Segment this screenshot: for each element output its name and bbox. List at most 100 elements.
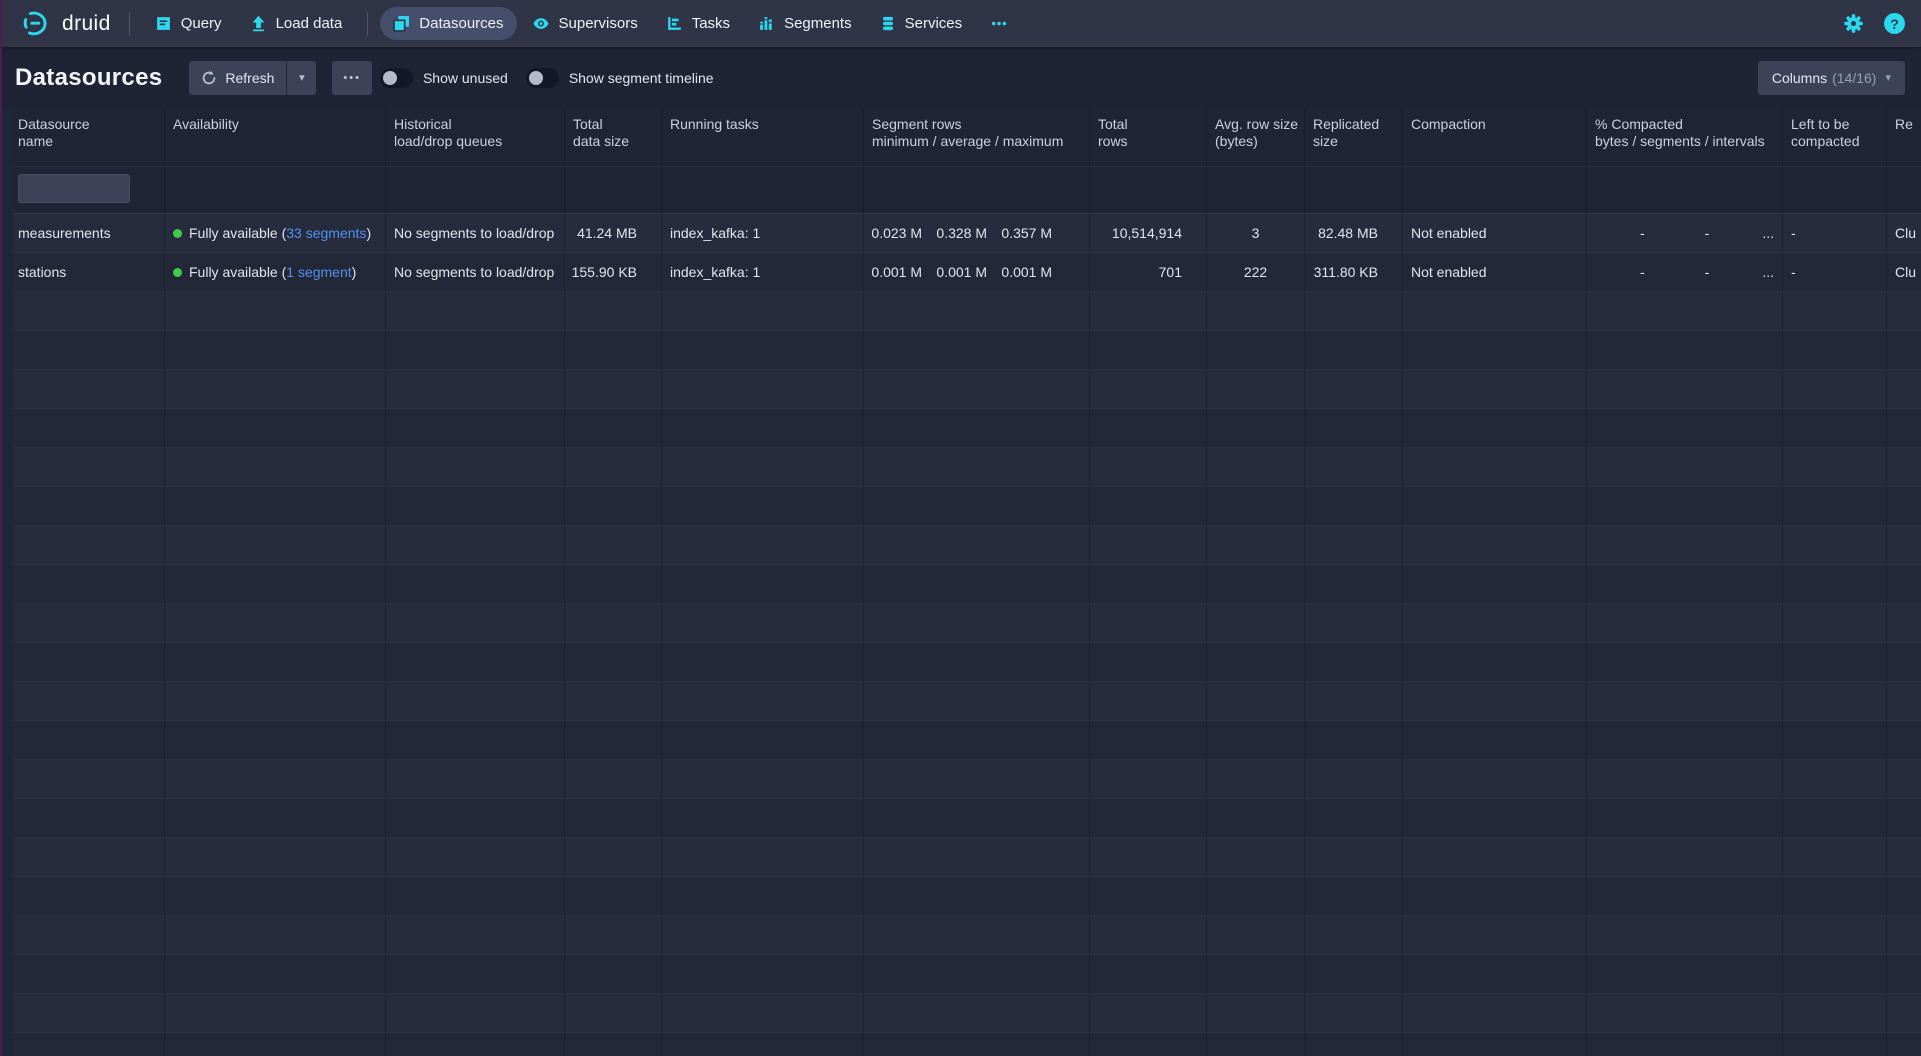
cell-percent-compacted xyxy=(1587,760,1783,799)
cell-running-tasks xyxy=(662,721,864,760)
cell-compaction xyxy=(1403,721,1587,760)
cell-datasource-name[interactable]: stations xyxy=(13,253,165,292)
cell-percent-compacted[interactable]: --... xyxy=(1587,253,1783,292)
column-header-total-rows[interactable]: Totalrows xyxy=(1090,108,1207,166)
cell-replicated-size[interactable]: 82.48 MB xyxy=(1305,214,1403,253)
cell-left-to-be-compacted xyxy=(1783,565,1887,604)
cell-availability xyxy=(165,955,386,994)
table-row[interactable]: measurementsFully available (33 segments… xyxy=(13,214,1921,253)
nav-divider xyxy=(129,12,130,36)
filter-cell-replicated-size xyxy=(1305,167,1403,213)
cell-segment-rows xyxy=(864,955,1090,994)
gear-icon[interactable] xyxy=(1843,13,1864,34)
cell-historical-queues xyxy=(386,448,565,487)
cell-avg-row-size xyxy=(1207,409,1305,448)
cell-datasource-name[interactable]: measurements xyxy=(13,214,165,253)
empty-row xyxy=(13,526,1921,565)
more-actions-button[interactable]: ••• xyxy=(332,61,372,95)
cell-availability[interactable]: Fully available (1 segment) xyxy=(165,253,386,292)
cell-total-data-size xyxy=(565,565,662,604)
brand[interactable]: druid xyxy=(22,10,111,37)
columns-dropdown[interactable]: Columns (14/16) ▾ xyxy=(1758,61,1905,95)
nav-item-segments[interactable]: Segments xyxy=(745,7,865,40)
datasource-name-filter-input[interactable] xyxy=(18,174,130,203)
cell-avg-row-size xyxy=(1207,721,1305,760)
column-header-total-data-size[interactable]: Totaldata size xyxy=(565,108,662,166)
cell-left-to-be-compacted xyxy=(1783,604,1887,643)
column-header-left-to-be-compacted[interactable]: Left to becompacted xyxy=(1783,108,1887,166)
cell-total-rows xyxy=(1090,916,1207,955)
nav-item-load-data[interactable]: Load data xyxy=(237,7,356,40)
cell-avg-row-size[interactable]: 3 xyxy=(1207,214,1305,253)
column-header-replicated-size[interactable]: Replicatedsize xyxy=(1305,108,1403,166)
cell-availability[interactable]: Fully available (33 segments) xyxy=(165,214,386,253)
column-header-retention[interactable]: Re xyxy=(1887,108,1921,166)
cell-total-rows xyxy=(1090,370,1207,409)
cell-availability xyxy=(165,526,386,565)
empty-row xyxy=(13,604,1921,643)
show-unused-toggle[interactable] xyxy=(380,68,413,88)
refresh-interval-dropdown[interactable]: ▾ xyxy=(287,61,316,95)
cell-retention xyxy=(1887,916,1921,955)
cell-compaction[interactable]: Not enabled xyxy=(1403,214,1587,253)
triple-value: 0.357 M xyxy=(998,225,1052,241)
table-row[interactable]: stationsFully available (1 segment)No se… xyxy=(13,253,1921,292)
cell-avg-row-size xyxy=(1207,760,1305,799)
cell-total-data-size[interactable]: 41.24 MB xyxy=(565,214,662,253)
cell-percent-compacted[interactable]: --... xyxy=(1587,214,1783,253)
cell-total-rows[interactable]: 10,514,914 xyxy=(1090,214,1207,253)
segments-link[interactable]: 33 segments xyxy=(286,225,366,241)
cell-availability xyxy=(165,292,386,331)
cell-compaction xyxy=(1403,682,1587,721)
cell-historical-queues[interactable]: No segments to load/drop xyxy=(386,214,565,253)
cell-avg-row-size[interactable]: 222 xyxy=(1207,253,1305,292)
cell-running-tasks xyxy=(662,487,864,526)
refresh-button[interactable]: Refresh xyxy=(189,61,286,95)
cell-segment-rows[interactable]: 0.001 M0.001 M0.001 M xyxy=(864,253,1090,292)
column-header-availability[interactable]: Availability xyxy=(165,108,386,166)
nav-item-services[interactable]: Services xyxy=(867,7,976,40)
cell-avg-row-size xyxy=(1207,292,1305,331)
column-header-historical-queues[interactable]: Historicalload/drop queues xyxy=(386,108,565,166)
cell-running-tasks[interactable]: index_kafka: 1 xyxy=(662,253,864,292)
column-header-segment-rows[interactable]: Segment rowsminimum / average / maximum xyxy=(864,108,1090,166)
cell-datasource-name xyxy=(13,955,165,994)
nav-item-tasks[interactable]: Tasks xyxy=(653,7,743,40)
column-header-datasource-name[interactable]: Datasourcename xyxy=(13,108,165,166)
nav-item-more[interactable] xyxy=(977,7,1021,40)
segments-link[interactable]: 1 segment xyxy=(286,264,351,280)
filter-cell-retention xyxy=(1887,167,1921,213)
cell-percent-compacted xyxy=(1587,916,1783,955)
cell-historical-queues[interactable]: No segments to load/drop xyxy=(386,253,565,292)
triple-value: 0.001 M xyxy=(868,264,922,280)
cell-running-tasks xyxy=(662,994,864,1033)
cell-retention[interactable]: Clu xyxy=(1887,214,1921,253)
cell-segment-rows[interactable]: 0.023 M0.328 M0.357 M xyxy=(864,214,1090,253)
cell-datasource-name xyxy=(13,682,165,721)
cell-left-to-be-compacted[interactable]: - xyxy=(1783,214,1887,253)
column-header-running-tasks[interactable]: Running tasks xyxy=(662,108,864,166)
cell-retention xyxy=(1887,760,1921,799)
cell-left-to-be-compacted[interactable]: - xyxy=(1783,253,1887,292)
cell-replicated-size xyxy=(1305,682,1403,721)
cell-retention[interactable]: Clu xyxy=(1887,253,1921,292)
cell-avg-row-size xyxy=(1207,565,1305,604)
column-header-percent-compacted[interactable]: % Compactedbytes / segments / intervals xyxy=(1587,108,1783,166)
cell-percent-compacted xyxy=(1587,682,1783,721)
column-header-compaction[interactable]: Compaction xyxy=(1403,108,1587,166)
nav-item-datasources[interactable]: Datasources xyxy=(380,7,516,40)
empty-row xyxy=(13,955,1921,994)
help-icon[interactable]: ? xyxy=(1884,13,1905,34)
nav-item-query[interactable]: Query xyxy=(142,7,235,40)
cell-running-tasks[interactable]: index_kafka: 1 xyxy=(662,214,864,253)
show-segment-timeline-toggle[interactable] xyxy=(526,68,559,88)
table-header-row: DatasourcenameAvailabilityHistoricalload… xyxy=(13,108,1921,166)
triple-value: ... xyxy=(1720,225,1774,241)
column-header-avg-row-size[interactable]: Avg. row size(bytes) xyxy=(1207,108,1305,166)
nav-item-supervisors[interactable]: Supervisors xyxy=(519,7,651,40)
cell-total-data-size[interactable]: 155.90 KB xyxy=(565,253,662,292)
cell-percent-compacted xyxy=(1587,994,1783,1033)
cell-total-rows[interactable]: 701 xyxy=(1090,253,1207,292)
cell-compaction[interactable]: Not enabled xyxy=(1403,253,1587,292)
cell-replicated-size[interactable]: 311.80 KB xyxy=(1305,253,1403,292)
